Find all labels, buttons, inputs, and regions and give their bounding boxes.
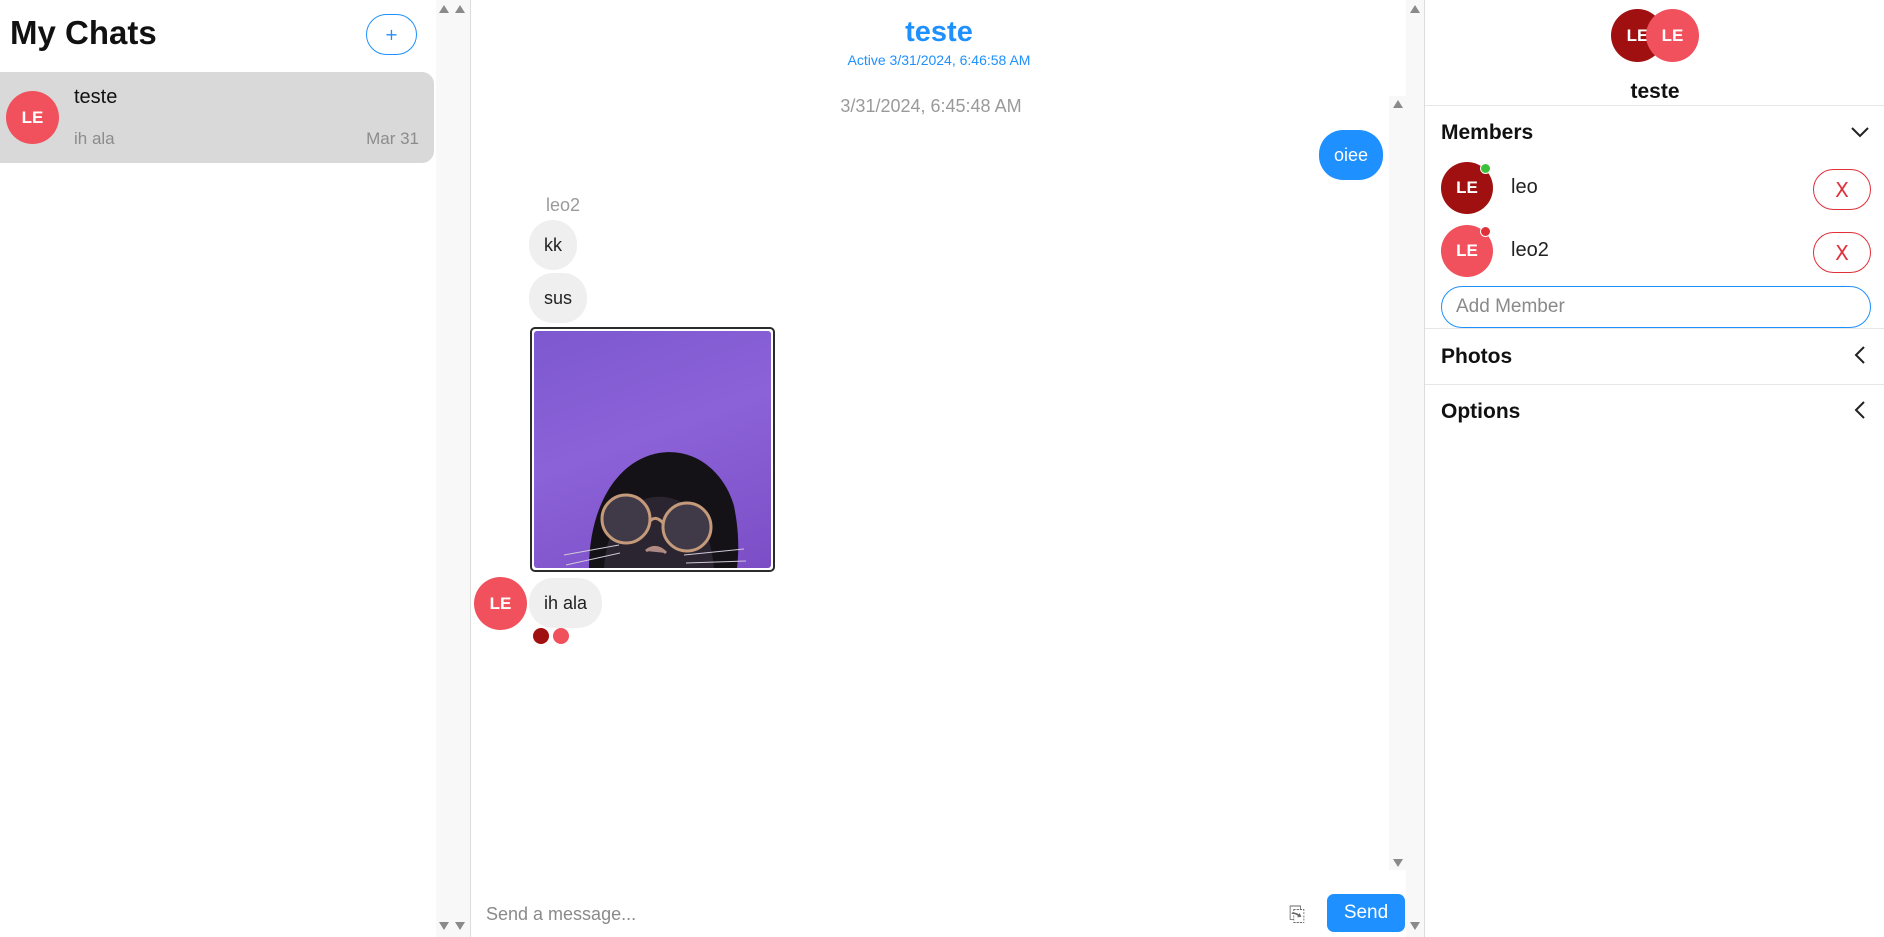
photos-section-title[interactable]: Photos [1441,345,1512,369]
divider [1425,384,1884,385]
scroll-down-arrow-icon[interactable] [1410,922,1420,930]
chevron-left-icon[interactable] [1850,345,1870,365]
message-sender: leo2 [546,195,581,215]
scroll-up-arrow-icon[interactable] [455,5,465,13]
chevron-left-icon[interactable] [1850,400,1870,420]
cat-photo [534,331,771,568]
send-button[interactable]: Send [1327,894,1405,932]
group-avatar: LE [1646,9,1699,62]
sender-avatar: LE [474,577,527,630]
online-status-dot [1480,163,1491,174]
scroll-up-arrow-icon[interactable] [439,5,449,13]
scroll-down-arrow-icon[interactable] [439,922,449,930]
remove-member-button[interactable]: X [1813,169,1871,210]
scroll-down-arrow-icon[interactable] [455,922,465,930]
read-receipt-avatar [533,628,549,644]
scroll-down-arrow-icon[interactable] [1393,859,1403,867]
member-name: leo [1511,176,1538,198]
offline-status-dot [1480,226,1491,237]
chat-list-item[interactable]: LE teste ih ala Mar 31 [0,72,434,163]
divider [1425,328,1884,329]
avatar: LE [6,91,59,144]
chat-name: teste [74,86,118,108]
messages-scrollbar[interactable] [1389,96,1407,870]
member-name: leo2 [1511,239,1549,261]
conversation-scrollbar[interactable] [1406,0,1424,937]
new-chat-button[interactable]: + [366,14,417,55]
cat-with-glasses-illustration [563,452,747,568]
conversation-panel: teste Active 3/31/2024, 6:46:58 AM 3/31/… [470,0,1424,937]
chat-list-scrollbar[interactable] [436,0,470,937]
chat-details-panel: LE LE teste Members LE leo X LE leo2 X P… [1424,0,1884,937]
chat-date: Mar 31 [366,129,419,148]
group-name: teste [1630,80,1680,103]
remove-member-button[interactable]: X [1813,232,1871,273]
message-composer: ⎘ Send [471,893,1407,937]
paperclip-icon[interactable]: ⎘ [1289,902,1305,926]
chevron-down-icon[interactable] [1850,122,1870,142]
message-bubble: kk [529,220,577,270]
scroll-up-arrow-icon[interactable] [1393,100,1403,108]
read-receipt-avatar [553,628,569,644]
message-timestamp: 3/31/2024, 6:45:48 AM [840,96,1022,116]
message-bubble: ih ala [529,578,603,628]
message-bubble: sus [529,273,588,323]
active-status: Active 3/31/2024, 6:46:58 AM [847,52,1031,68]
scroll-up-arrow-icon[interactable] [1410,5,1420,13]
message-input[interactable] [486,897,1256,931]
message-bubble: oiee [1319,130,1384,180]
conversation-title: teste [905,16,973,48]
add-member-input[interactable] [1441,286,1871,328]
chat-list-panel: My Chats + LE teste ih ala Mar 31 [0,0,436,937]
divider [1425,105,1884,106]
message-image[interactable] [530,327,775,572]
options-section-title[interactable]: Options [1441,400,1520,424]
chat-last-message: ih ala [74,129,115,148]
chat-list-title: My Chats [10,14,157,51]
members-section-title[interactable]: Members [1441,121,1533,145]
